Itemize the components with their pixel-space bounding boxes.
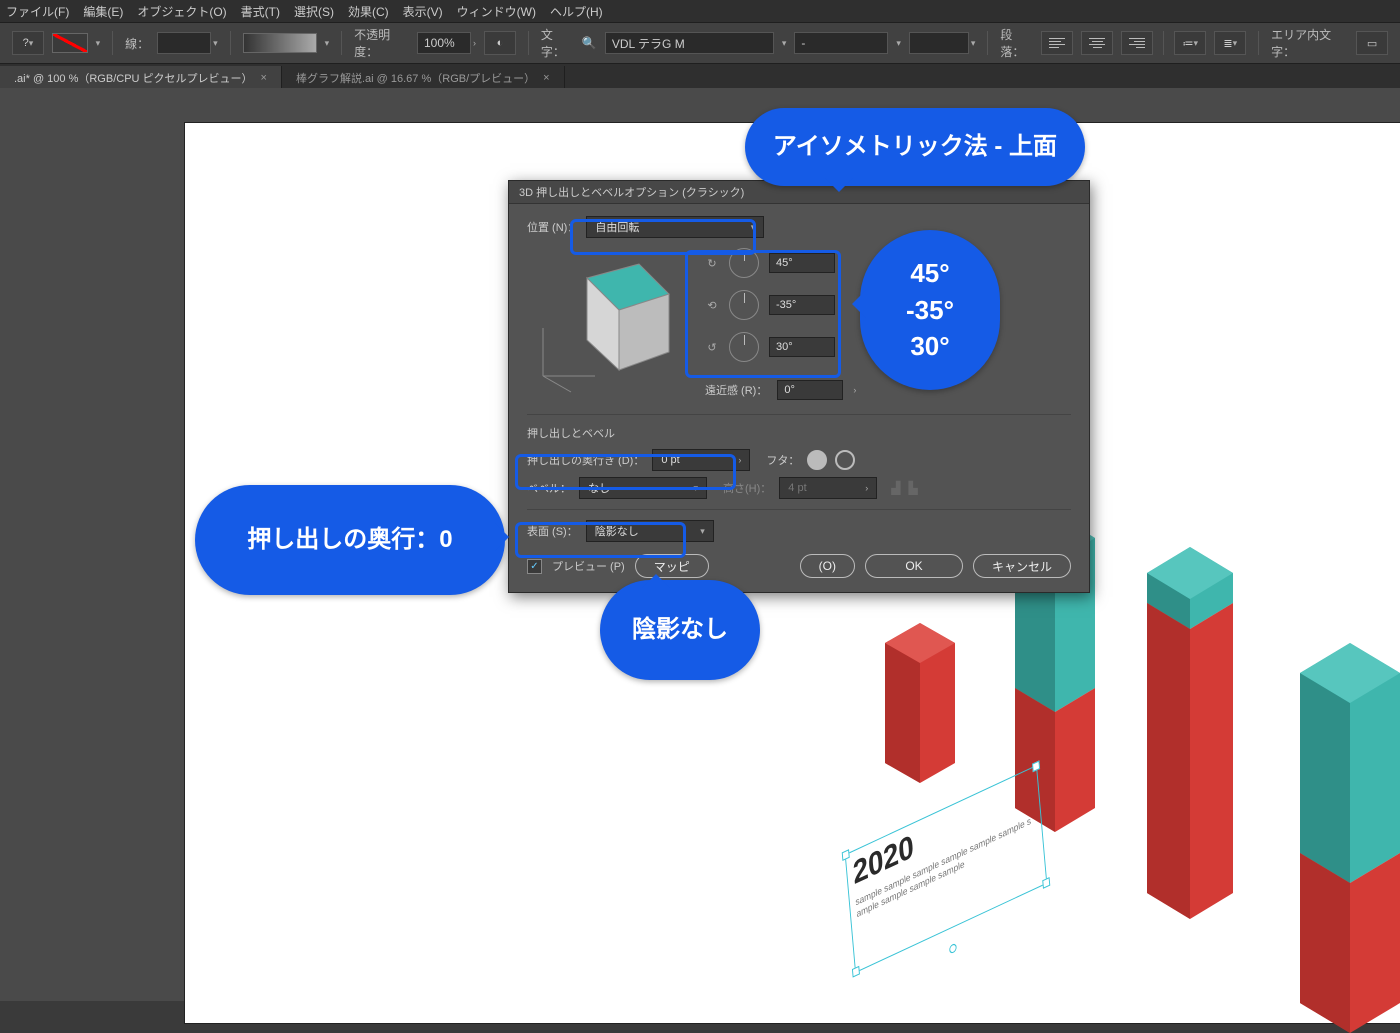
font-style-field[interactable]: - [794, 32, 888, 54]
perspective-label: 遠近感 (R)： [705, 382, 767, 398]
depth-field[interactable]: 0 pt› [652, 449, 750, 471]
position-dropdown[interactable]: 自由回転▾ [586, 216, 764, 238]
area-type-label: エリア内文字： [1271, 26, 1348, 60]
preview-checkbox[interactable]: ✓ [527, 559, 542, 574]
menubar: ファイル(F) 編集(E) オブジェクト(O) 書式(T) 選択(S) 効果(C… [0, 0, 1400, 22]
tab-doc-1[interactable]: .ai* @ 100 %（RGB/CPU ピクセルプレビュー） × [0, 66, 282, 90]
swatch-dd-icon[interactable]: ▾ [96, 38, 101, 49]
bar-combo-2 [1125, 523, 1245, 923]
surface-label: 表面 (S)： [527, 523, 578, 539]
position-value: 自由回転 [595, 219, 639, 235]
surface-value: 陰影なし [595, 523, 639, 539]
char-label: 文字： [541, 26, 574, 60]
list-bullet-icon[interactable]: ≔▾ [1174, 31, 1206, 55]
font-family-field[interactable]: VDL テラG M [605, 32, 774, 54]
callout-angle-z: 30° [910, 328, 949, 364]
callout-angle-y: -35° [906, 292, 954, 328]
callout-isometric: アイソメトリック法 - 上面 [745, 108, 1085, 186]
align-right-icon[interactable] [1121, 31, 1153, 55]
stroke-profile[interactable] [243, 33, 317, 53]
control-bar: ?▾ ▾ 線： ▾ ▾ 不透明度： 100%› ◐ 文字： 🔍 VDL テラG … [0, 22, 1400, 64]
bevel-height-field: 4 pt› [779, 477, 877, 499]
menu-file[interactable]: ファイル(F) [6, 3, 69, 20]
resize-handle[interactable] [852, 966, 860, 978]
rotate-y-dial[interactable] [729, 290, 759, 320]
perspective-stepper-icon[interactable]: › [853, 385, 856, 395]
preview-label: プレビュー (P) [552, 558, 625, 574]
bevel-value: なし [588, 480, 610, 496]
fx-icon[interactable]: ◐ [484, 31, 516, 55]
close-icon[interactable]: × [543, 72, 549, 84]
bevel-out-icon: ▙ [909, 481, 918, 495]
menu-type[interactable]: 書式(T) [241, 3, 280, 20]
tab-label: .ai* @ 100 %（RGB/CPU ピクセルプレビュー） [14, 70, 253, 86]
bevel-height-label: 高さ(H)： [723, 480, 771, 496]
menu-window[interactable]: ウィンドウ(W) [457, 3, 536, 20]
menu-select[interactable]: 選択(S) [294, 3, 334, 20]
align-center-icon[interactable] [1081, 31, 1113, 55]
stroke-profile-dd-icon[interactable]: ▾ [325, 38, 330, 49]
bar-red-1 [865, 603, 965, 783]
rotate-z-dial[interactable] [729, 332, 759, 362]
depth-value: 0 pt [661, 454, 679, 466]
rotate-z-icon: ↺ [705, 341, 719, 354]
font-size-field[interactable]: ▾ [909, 32, 976, 54]
ok-button[interactable]: OK [865, 554, 963, 578]
cube-preview[interactable] [527, 244, 687, 404]
rotate-handle[interactable] [949, 943, 957, 955]
bevel-dropdown[interactable]: なし▾ [579, 477, 707, 499]
resize-handle[interactable] [1042, 877, 1050, 889]
rotate-x-field[interactable]: 45° [769, 253, 835, 273]
style-dd-icon[interactable]: ▾ [896, 38, 901, 49]
close-icon[interactable]: × [261, 72, 267, 84]
cap-off-icon[interactable] [835, 450, 855, 470]
no-fill-swatch[interactable] [52, 33, 88, 53]
bar-combo-3 [1275, 613, 1400, 1033]
bevel-height-value: 4 pt [788, 482, 806, 494]
callout-angle-x: 45° [910, 255, 949, 291]
callout-shading: 陰影なし [600, 580, 760, 680]
search-icon[interactable]: 🔍 [582, 36, 597, 50]
depth-label: 押し出しの奥行き (D)： [527, 452, 644, 468]
rotate-y-icon: ⟲ [705, 299, 719, 312]
align-left-icon[interactable] [1041, 31, 1073, 55]
document-tabs: .ai* @ 100 %（RGB/CPU ピクセルプレビュー） × 棒グラフ解説… [0, 64, 1400, 90]
dialog-3d-extrude: 3D 押し出しとベベルオプション (クラシック) 位置 (N)： 自由回転▾ [508, 180, 1090, 593]
menu-object[interactable]: オブジェクト(O) [137, 3, 226, 20]
surface-dropdown[interactable]: 陰影なし▾ [586, 520, 714, 542]
opacity-label: 不透明度： [354, 26, 409, 60]
font-dd-icon[interactable]: ▾ [782, 38, 787, 49]
rotate-z-field[interactable]: 30° [769, 337, 835, 357]
opacity-field[interactable]: 100%› [417, 32, 476, 54]
tab-label: 棒グラフ解説.ai @ 16.67 %（RGB/プレビュー） [296, 70, 535, 86]
list-number-icon[interactable]: ≣▾ [1214, 31, 1246, 55]
rotate-x-dial[interactable] [729, 248, 759, 278]
rotate-x-icon: ↻ [705, 257, 719, 270]
menu-view[interactable]: 表示(V) [403, 3, 443, 20]
cancel-button[interactable]: キャンセル [973, 554, 1071, 578]
position-label: 位置 (N)： [527, 219, 578, 235]
rotate-y-field[interactable]: -35° [769, 295, 835, 315]
callout-angles: 45° -35° 30° [860, 230, 1000, 390]
perspective-field[interactable]: 0° [777, 380, 843, 400]
menu-edit[interactable]: 編集(E) [83, 3, 123, 20]
stroke-label: 線： [125, 35, 149, 52]
bevel-label: ベベル： [527, 480, 571, 496]
area-type-icon[interactable]: ▭ [1356, 31, 1388, 55]
extrude-section-header: 押し出しとベベル [527, 425, 1071, 441]
menu-effect[interactable]: 効果(C) [348, 3, 389, 20]
more-options-button[interactable]: (O) [800, 554, 855, 578]
callout-depth: 押し出しの奥行：0 [195, 485, 505, 595]
selection-tool-icon[interactable]: ?▾ [12, 31, 44, 55]
bevel-in-icon: ▟ [891, 481, 900, 495]
cap-on-icon[interactable] [807, 450, 827, 470]
tab-doc-2[interactable]: 棒グラフ解説.ai @ 16.67 %（RGB/プレビュー） × [282, 66, 565, 90]
selected-text-frame[interactable]: 2020 sample sample sample sample sample … [845, 765, 1048, 973]
stroke-weight-field[interactable]: ▾ [157, 32, 218, 54]
cap-label: フタ： [766, 452, 799, 468]
menu-help[interactable]: ヘルプ(H) [550, 3, 603, 20]
rotation-dials: ↻ 45° ⟲ -35° ↺ 30° 遠近感 (R)： 0° › [705, 244, 856, 400]
paragraph-label: 段落： [1000, 26, 1033, 60]
